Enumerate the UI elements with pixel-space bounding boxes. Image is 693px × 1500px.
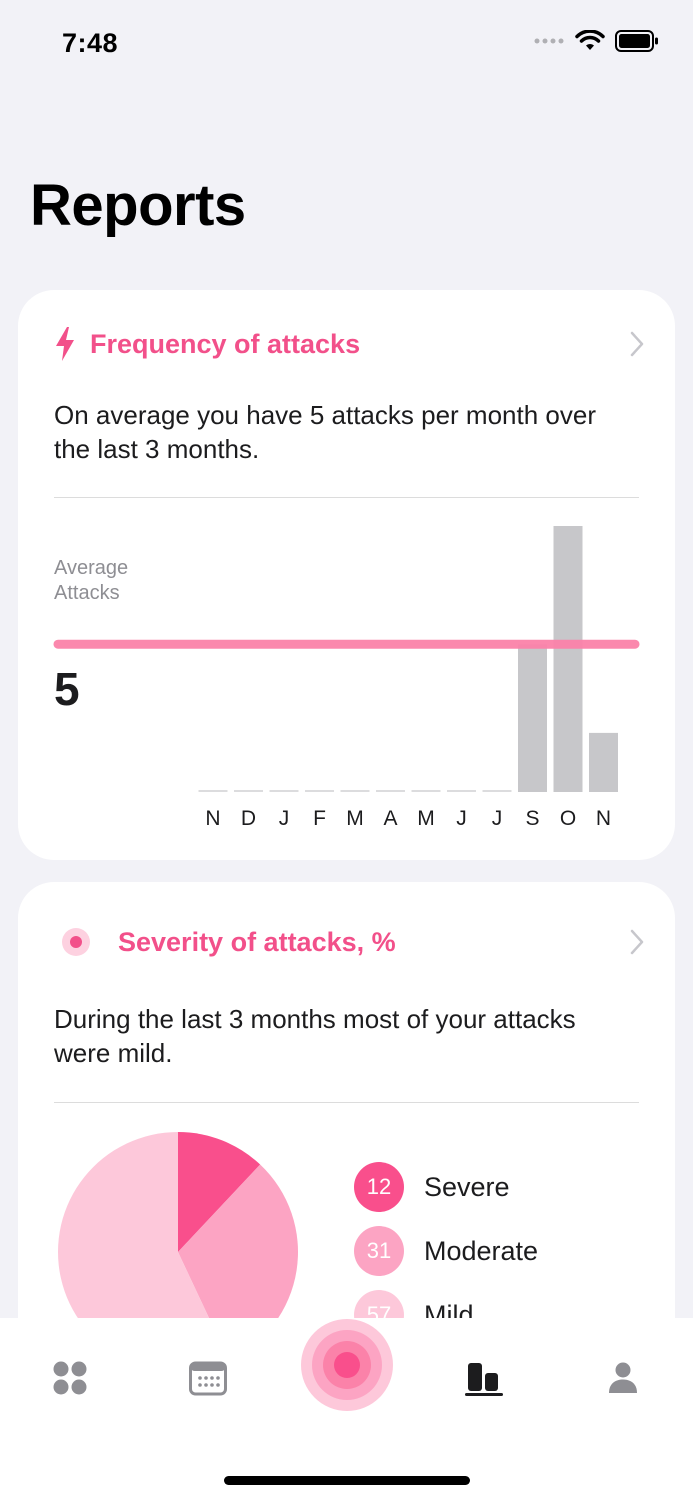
x-tick-label: F — [313, 807, 326, 830]
battery-icon — [615, 30, 658, 52]
grid-icon — [53, 1361, 87, 1395]
frequency-bar-chart: NDJFMAMJJSON — [53, 526, 640, 830]
legend-item-severe: 12 Severe — [354, 1162, 510, 1212]
bar-empty — [198, 790, 228, 792]
status-time: 7:48 — [62, 28, 119, 58]
bar-empty — [234, 790, 263, 792]
x-tick-label: J — [492, 807, 503, 830]
bar — [553, 526, 583, 792]
x-tick-label: J — [456, 807, 467, 830]
x-tick-label: N — [596, 807, 611, 830]
record-attack-icon[interactable] — [300, 1318, 394, 1412]
home-indicator[interactable] — [224, 1476, 470, 1485]
bar-empty — [447, 790, 476, 792]
bar-empty — [376, 790, 405, 792]
x-tick-label: M — [417, 807, 435, 830]
bar-empty — [411, 790, 441, 792]
status-icons — [533, 30, 659, 52]
x-tick-label: A — [383, 807, 397, 830]
bar-empty — [305, 790, 334, 792]
legend-label: Moderate — [424, 1235, 539, 1266]
tab-calendar[interactable] — [178, 1348, 238, 1408]
profile-icon — [609, 1362, 637, 1393]
legend-label: Severe — [424, 1171, 510, 1202]
chevron-right-icon[interactable] — [629, 928, 645, 956]
legend-badge: 31 — [354, 1226, 404, 1276]
calendar-icon — [189, 1361, 227, 1396]
tab-bar — [0, 1318, 693, 1500]
bar — [589, 732, 618, 792]
tab-reports[interactable] — [454, 1348, 514, 1408]
status-bar: 7:48 — [0, 0, 693, 90]
bar-empty — [269, 790, 299, 792]
x-tick-label: M — [346, 807, 364, 830]
frequency-card[interactable]: Frequency of attacks On average you have… — [18, 290, 675, 860]
x-tick-label: D — [241, 807, 256, 830]
legend-badge: 12 — [354, 1162, 404, 1212]
x-tick-label: N — [205, 807, 220, 830]
cellular-signal-icon — [534, 38, 564, 44]
x-tick-label: O — [560, 807, 576, 830]
x-tick-label: J — [279, 807, 290, 830]
bar-empty — [482, 790, 512, 792]
bar — [518, 644, 547, 792]
tab-dashboard[interactable] — [40, 1348, 100, 1408]
bar-empty — [340, 790, 370, 792]
legend-item-moderate: 31 Moderate — [354, 1226, 538, 1276]
x-tick-label: S — [525, 807, 539, 830]
page-title: Reports — [30, 173, 246, 238]
wifi-icon — [575, 30, 605, 50]
tab-profile[interactable] — [593, 1348, 653, 1408]
reports-icon — [465, 1363, 503, 1396]
